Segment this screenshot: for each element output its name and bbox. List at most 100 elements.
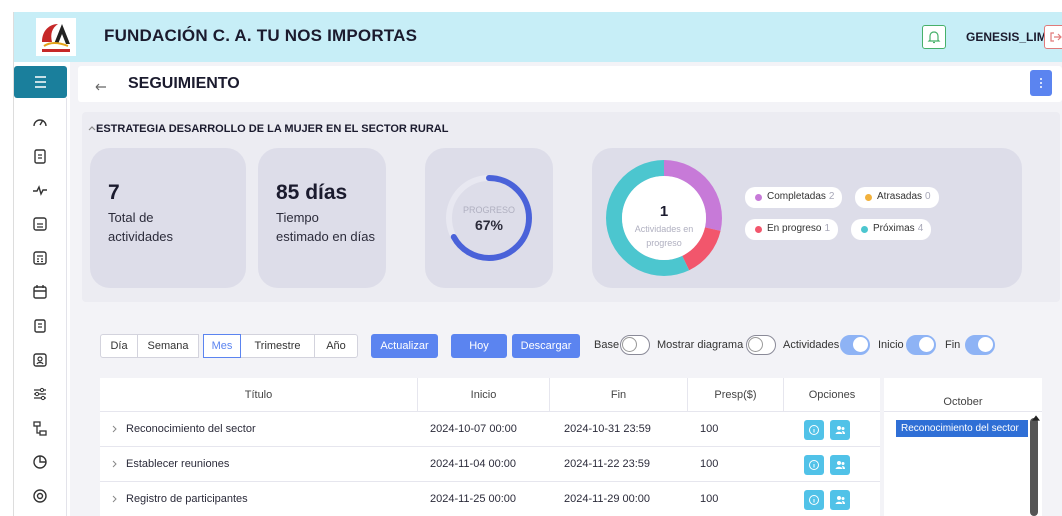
users-icon bbox=[835, 461, 845, 469]
row-start: 2024-11-25 00:00 bbox=[430, 493, 517, 505]
dashboard-icon bbox=[33, 119, 47, 127]
chevron-right-icon[interactable] bbox=[110, 494, 120, 504]
window-edge bbox=[0, 12, 14, 516]
scroll-up-icon[interactable] bbox=[1032, 414, 1040, 422]
legend-completadas-label: Completadas bbox=[767, 191, 826, 202]
back-button[interactable] bbox=[86, 73, 116, 97]
page-options-button[interactable] bbox=[1030, 70, 1052, 96]
activities-donut-chart: 1 Actividades en progreso bbox=[606, 160, 722, 276]
toggle-base[interactable] bbox=[620, 335, 650, 355]
info-icon bbox=[809, 460, 819, 470]
sidebar-item-dashboard[interactable] bbox=[30, 112, 50, 132]
legend-atrasadas-label: Atrasadas bbox=[877, 191, 923, 202]
donut-center-value: 1 bbox=[660, 203, 668, 220]
legend-proximas-count: 4 bbox=[917, 223, 924, 234]
chevron-right-icon[interactable] bbox=[110, 424, 120, 434]
logout-button[interactable] bbox=[1044, 25, 1062, 49]
target-icon bbox=[33, 489, 47, 503]
estimated-time-value: 85 días bbox=[276, 181, 348, 204]
row-info-button[interactable] bbox=[804, 490, 824, 510]
arrow-left-icon bbox=[95, 83, 106, 91]
toggle-activities[interactable] bbox=[840, 335, 870, 355]
view-quarter-button[interactable]: Trimestre bbox=[240, 334, 315, 358]
sidebar-item-id-card[interactable] bbox=[30, 350, 50, 370]
total-activities-card: 7 Total de actividades bbox=[90, 148, 246, 288]
col-header-options: Opciones bbox=[784, 378, 880, 412]
progress-ring: PROGRESO 67% bbox=[446, 175, 532, 261]
estimated-time-label-2: estimado en días bbox=[276, 229, 376, 244]
sidebar-item-document[interactable] bbox=[30, 316, 50, 336]
legend-proximas-label: Próximas bbox=[873, 223, 915, 234]
sidebar-item-hierarchy[interactable] bbox=[30, 418, 50, 438]
refresh-button[interactable]: Actualizar bbox=[371, 334, 438, 358]
toggle-diagram[interactable] bbox=[746, 335, 776, 355]
row-end: 2024-10-31 23:59 bbox=[564, 423, 651, 435]
gantt-bar[interactable]: Reconocimiento del sector bbox=[896, 420, 1028, 437]
view-month-button[interactable]: Mes bbox=[203, 334, 241, 358]
legend-en-progreso: En progreso 1 bbox=[745, 219, 839, 240]
sidebar-item-sliders[interactable] bbox=[30, 384, 50, 404]
table-row[interactable]: Registro de participantes 2024-11-25 00:… bbox=[100, 482, 880, 516]
legend-atrasadas-count: 0 bbox=[925, 191, 931, 202]
row-budget: 100 bbox=[700, 493, 719, 505]
download-button[interactable]: Descargar bbox=[512, 334, 580, 358]
toggle-start[interactable] bbox=[906, 335, 936, 355]
toggle-end[interactable] bbox=[965, 335, 995, 355]
view-day-button[interactable]: Día bbox=[100, 334, 138, 358]
pie-chart-icon bbox=[33, 455, 47, 469]
toggle-base-label: Base bbox=[594, 339, 620, 351]
today-button[interactable]: Hoy bbox=[451, 334, 507, 358]
calendar-icon bbox=[33, 285, 47, 299]
calendar-grid-icon bbox=[33, 217, 47, 231]
col-header-budget[interactable]: Presp($) bbox=[688, 378, 784, 412]
col-header-end[interactable]: Fin bbox=[550, 378, 688, 412]
col-header-title[interactable]: Título bbox=[100, 378, 418, 412]
row-title: Reconocimiento del sector bbox=[126, 423, 256, 435]
menu-toggle-button[interactable] bbox=[14, 66, 67, 98]
sidebar-item-target[interactable] bbox=[30, 486, 50, 506]
users-icon bbox=[835, 496, 845, 504]
row-end: 2024-11-29 00:00 bbox=[564, 493, 651, 505]
col-header-start[interactable]: Inicio bbox=[418, 378, 550, 412]
sidebar-item-calendar-grid[interactable] bbox=[30, 214, 50, 234]
toggle-activities-label: Actividades bbox=[783, 339, 840, 351]
section-title: ESTRATEGIA DESARROLLO DE LA MUJER EN EL … bbox=[96, 123, 449, 135]
sidebar-item-clipboard[interactable] bbox=[30, 146, 50, 166]
table-row[interactable]: Establecer reuniones 2024-11-04 00:00 20… bbox=[100, 447, 880, 482]
info-icon bbox=[809, 495, 819, 505]
row-users-button[interactable] bbox=[830, 455, 850, 475]
chevron-right-icon[interactable] bbox=[110, 459, 120, 469]
view-year-button[interactable]: Año bbox=[314, 334, 358, 358]
page-header: SEGUIMIENTO bbox=[78, 66, 1062, 102]
row-budget: 100 bbox=[700, 423, 719, 435]
gantt-month-header: October bbox=[884, 378, 1042, 412]
row-info-button[interactable] bbox=[804, 455, 824, 475]
activities-status-card: 1 Actividades en progreso Completadas 2 A… bbox=[592, 148, 1022, 288]
table-row[interactable]: Reconocimiento del sector 2024-10-07 00:… bbox=[100, 412, 880, 447]
view-week-button[interactable]: Semana bbox=[137, 334, 199, 358]
toggle-end-label: Fin bbox=[945, 339, 961, 351]
sidebar-item-activity[interactable] bbox=[30, 180, 50, 200]
estimated-time-card: 85 días Tiempo estimado en días bbox=[258, 148, 386, 288]
info-icon bbox=[809, 425, 819, 435]
progress-card: PROGRESO 67% bbox=[425, 148, 553, 288]
total-activities-label-1: Total de bbox=[108, 210, 154, 225]
estimated-time-label-1: Tiempo bbox=[276, 210, 319, 225]
sidebar-item-calculator[interactable] bbox=[30, 248, 50, 268]
notifications-button[interactable] bbox=[922, 25, 946, 49]
sidebar-item-calendar[interactable] bbox=[30, 282, 50, 302]
gantt-scrollbar[interactable] bbox=[1030, 418, 1038, 516]
row-info-button[interactable] bbox=[804, 420, 824, 440]
activity-icon bbox=[33, 185, 47, 196]
sidebar bbox=[14, 98, 67, 516]
row-users-button[interactable] bbox=[830, 420, 850, 440]
sidebar-item-pie-chart[interactable] bbox=[30, 452, 50, 472]
row-users-button[interactable] bbox=[830, 490, 850, 510]
user-name[interactable]: GENESIS_LIM bbox=[966, 30, 1047, 44]
donut-center-label-2: progreso bbox=[646, 238, 682, 248]
page-title: SEGUIMIENTO bbox=[128, 75, 240, 92]
row-start: 2024-10-07 00:00 bbox=[430, 423, 517, 435]
progress-label: PROGRESO bbox=[463, 205, 515, 215]
total-activities-label-2: actividades bbox=[108, 229, 174, 244]
legend-completadas-count: 2 bbox=[828, 191, 835, 202]
